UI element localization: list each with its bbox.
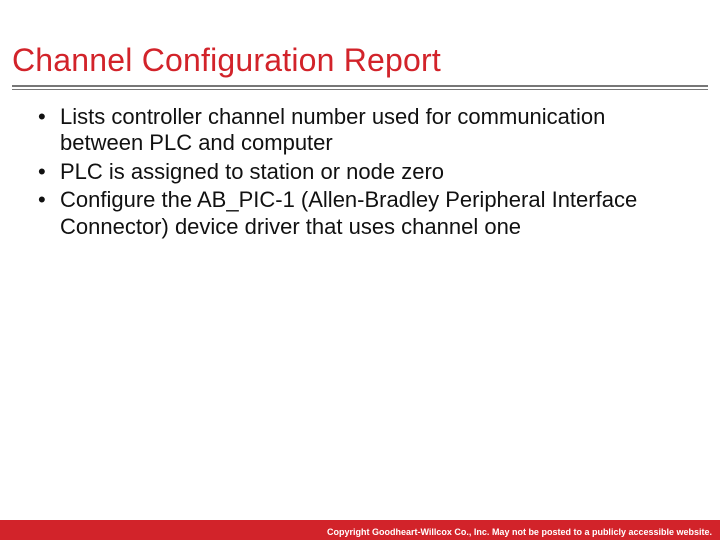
list-item: PLC is assigned to station or node zero xyxy=(32,159,688,185)
body-content: Lists controller channel number used for… xyxy=(0,90,720,240)
footer-bar: Copyright Goodheart-Willcox Co., Inc. Ma… xyxy=(0,520,720,540)
divider-thick xyxy=(12,85,708,87)
list-item: Configure the AB_PIC-1 (Allen-Bradley Pe… xyxy=(32,187,688,240)
title-block: Channel Configuration Report xyxy=(0,0,720,79)
bullet-list: Lists controller channel number used for… xyxy=(32,104,688,240)
slide: Channel Configuration Report Lists contr… xyxy=(0,0,720,540)
slide-title: Channel Configuration Report xyxy=(12,42,708,79)
list-item: Lists controller channel number used for… xyxy=(32,104,688,157)
copyright-text: Copyright Goodheart-Willcox Co., Inc. Ma… xyxy=(327,527,712,537)
title-underline xyxy=(0,79,720,90)
